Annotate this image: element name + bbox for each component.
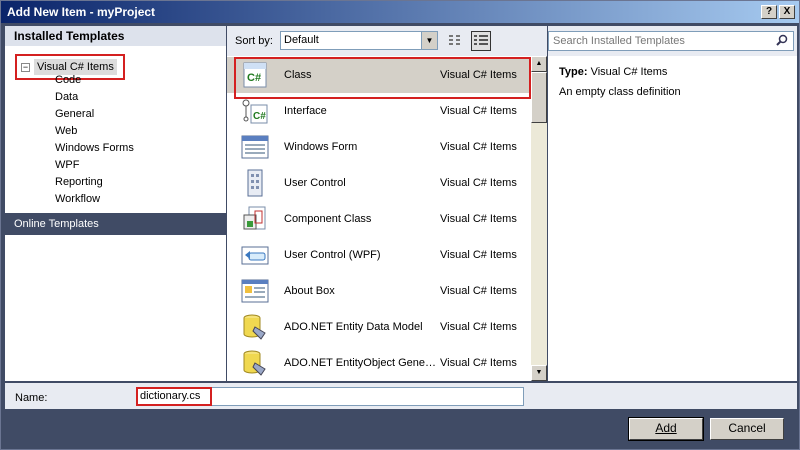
interface-icon: C#	[242, 99, 268, 124]
windows-form-icon	[241, 135, 269, 159]
template-row-class[interactable]: C# Class Visual C# Items	[227, 57, 531, 93]
template-name: Class	[284, 69, 312, 81]
search-placeholder: Search Installed Templates	[553, 35, 685, 47]
template-category: Visual C# Items	[440, 249, 517, 261]
online-templates-item[interactable]: Online Templates	[5, 213, 226, 235]
template-name: User Control	[284, 177, 346, 189]
cancel-button[interactable]: Cancel	[710, 418, 784, 440]
template-name: ADO.NET EntityObject Genera...	[284, 357, 439, 369]
class-icon: C#	[243, 62, 267, 88]
tree-node-workflow[interactable]: Workflow	[55, 193, 100, 208]
template-category: Visual C# Items	[440, 213, 517, 225]
collapse-icon[interactable]: −	[21, 63, 30, 72]
template-name: Windows Form	[284, 141, 358, 153]
template-category: Visual C# Items	[440, 321, 517, 333]
close-button[interactable]: X	[779, 5, 795, 19]
template-category: Visual C# Items	[440, 141, 517, 153]
list-view-icon	[474, 35, 488, 45]
title-bar: Add New Item - myProject ? X	[1, 1, 799, 23]
tree-node-code[interactable]: Code	[55, 74, 81, 89]
sort-label: Sort by:	[235, 35, 273, 47]
window-title: Add New Item - myProject	[7, 5, 156, 19]
template-name: Interface	[284, 105, 327, 117]
add-button[interactable]: Add	[628, 417, 704, 441]
tree-node-general[interactable]: General	[55, 108, 94, 123]
about-box-icon	[241, 279, 269, 303]
scroll-up-icon[interactable]: ▲	[531, 56, 547, 72]
sort-toolbar: Sort by: Default ▼	[227, 26, 547, 56]
template-row-about-box[interactable]: About Box Visual C# Items	[227, 273, 531, 309]
installed-templates-header: Installed Templates	[5, 26, 226, 46]
template-row-user-control[interactable]: User Control Visual C# Items	[227, 165, 531, 201]
template-category: Visual C# Items	[440, 69, 517, 81]
tree-node-label[interactable]: Visual C# Items	[34, 59, 117, 75]
user-control-icon	[247, 169, 263, 197]
help-button[interactable]: ?	[761, 5, 777, 19]
template-row-ado-net-entityobject-generator[interactable]: ADO.NET EntityObject Genera... Visual C#…	[227, 345, 531, 381]
template-name: Component Class	[284, 213, 372, 225]
small-icons-view-icon	[449, 35, 460, 45]
name-label: Name:	[15, 392, 48, 404]
details-description: An empty class definition	[559, 86, 681, 98]
template-name: About Box	[284, 285, 335, 297]
svg-text:C#: C#	[253, 111, 266, 122]
template-row-ado-net-entity-data-model[interactable]: ADO.NET Entity Data Model Visual C# Item…	[227, 309, 531, 345]
details-type-label: Type:	[559, 66, 588, 78]
template-row-component-class[interactable]: Component Class Visual C# Items	[227, 201, 531, 237]
search-toolbar: Search Installed Templates	[548, 26, 797, 56]
medium-icons-view-button[interactable]	[471, 31, 491, 51]
component-class-icon	[243, 206, 266, 230]
details-type: Type: Visual C# Items	[559, 66, 667, 78]
tree-node-windows-forms[interactable]: Windows Forms	[55, 142, 134, 157]
search-input[interactable]: Search Installed Templates	[548, 31, 794, 51]
template-row-windows-form[interactable]: Windows Form Visual C# Items	[227, 129, 531, 165]
tree-node-data[interactable]: Data	[55, 91, 78, 106]
template-list: C# Class Visual C# Items C# Interface Vi…	[227, 56, 531, 381]
scroll-down-icon[interactable]: ▼	[531, 365, 547, 381]
scroll-thumb[interactable]	[531, 72, 547, 123]
user-control-wpf-icon	[241, 246, 269, 265]
name-field[interactable]: dictionary.cs	[136, 387, 524, 406]
details-type-value: Visual C# Items	[590, 66, 668, 78]
tree-node-reporting[interactable]: Reporting	[55, 176, 103, 191]
template-category: Visual C# Items	[440, 357, 517, 369]
tree-node-wpf[interactable]: WPF	[55, 159, 79, 174]
entityobject-generator-icon	[243, 350, 266, 376]
template-category: Visual C# Items	[440, 177, 517, 189]
add-button-label: Add	[655, 421, 677, 435]
template-details-panel: Search Installed Templates Type: Visual …	[548, 26, 797, 381]
template-list-scrollbar[interactable]: ▲ ▼	[531, 56, 547, 381]
svg-text:C#: C#	[247, 72, 261, 84]
template-category: Visual C# Items	[440, 285, 517, 297]
template-name: ADO.NET Entity Data Model	[284, 321, 423, 333]
sort-dropdown[interactable]: Default ▼	[280, 31, 438, 50]
tree-node-web[interactable]: Web	[55, 125, 77, 140]
chevron-down-icon[interactable]: ▼	[421, 32, 437, 49]
name-bar: Name: dictionary.cs	[5, 383, 797, 409]
template-row-user-control-wpf[interactable]: User Control (WPF) Visual C# Items	[227, 237, 531, 273]
small-icons-view-button[interactable]	[445, 31, 465, 51]
template-name: User Control (WPF)	[284, 249, 381, 261]
sort-value: Default	[284, 34, 319, 46]
entity-data-model-icon	[243, 314, 266, 340]
template-row-interface[interactable]: C# Interface Visual C# Items	[227, 93, 531, 129]
search-icon[interactable]	[776, 34, 788, 46]
template-category: Visual C# Items	[440, 105, 517, 117]
add-new-item-dialog: Add New Item - myProject ? X Installed T…	[0, 0, 800, 450]
template-tree-panel: Installed Templates − Visual C# Items Co…	[5, 26, 226, 381]
template-list-panel: Sort by: Default ▼ C# Class Visual C# It…	[227, 26, 547, 381]
